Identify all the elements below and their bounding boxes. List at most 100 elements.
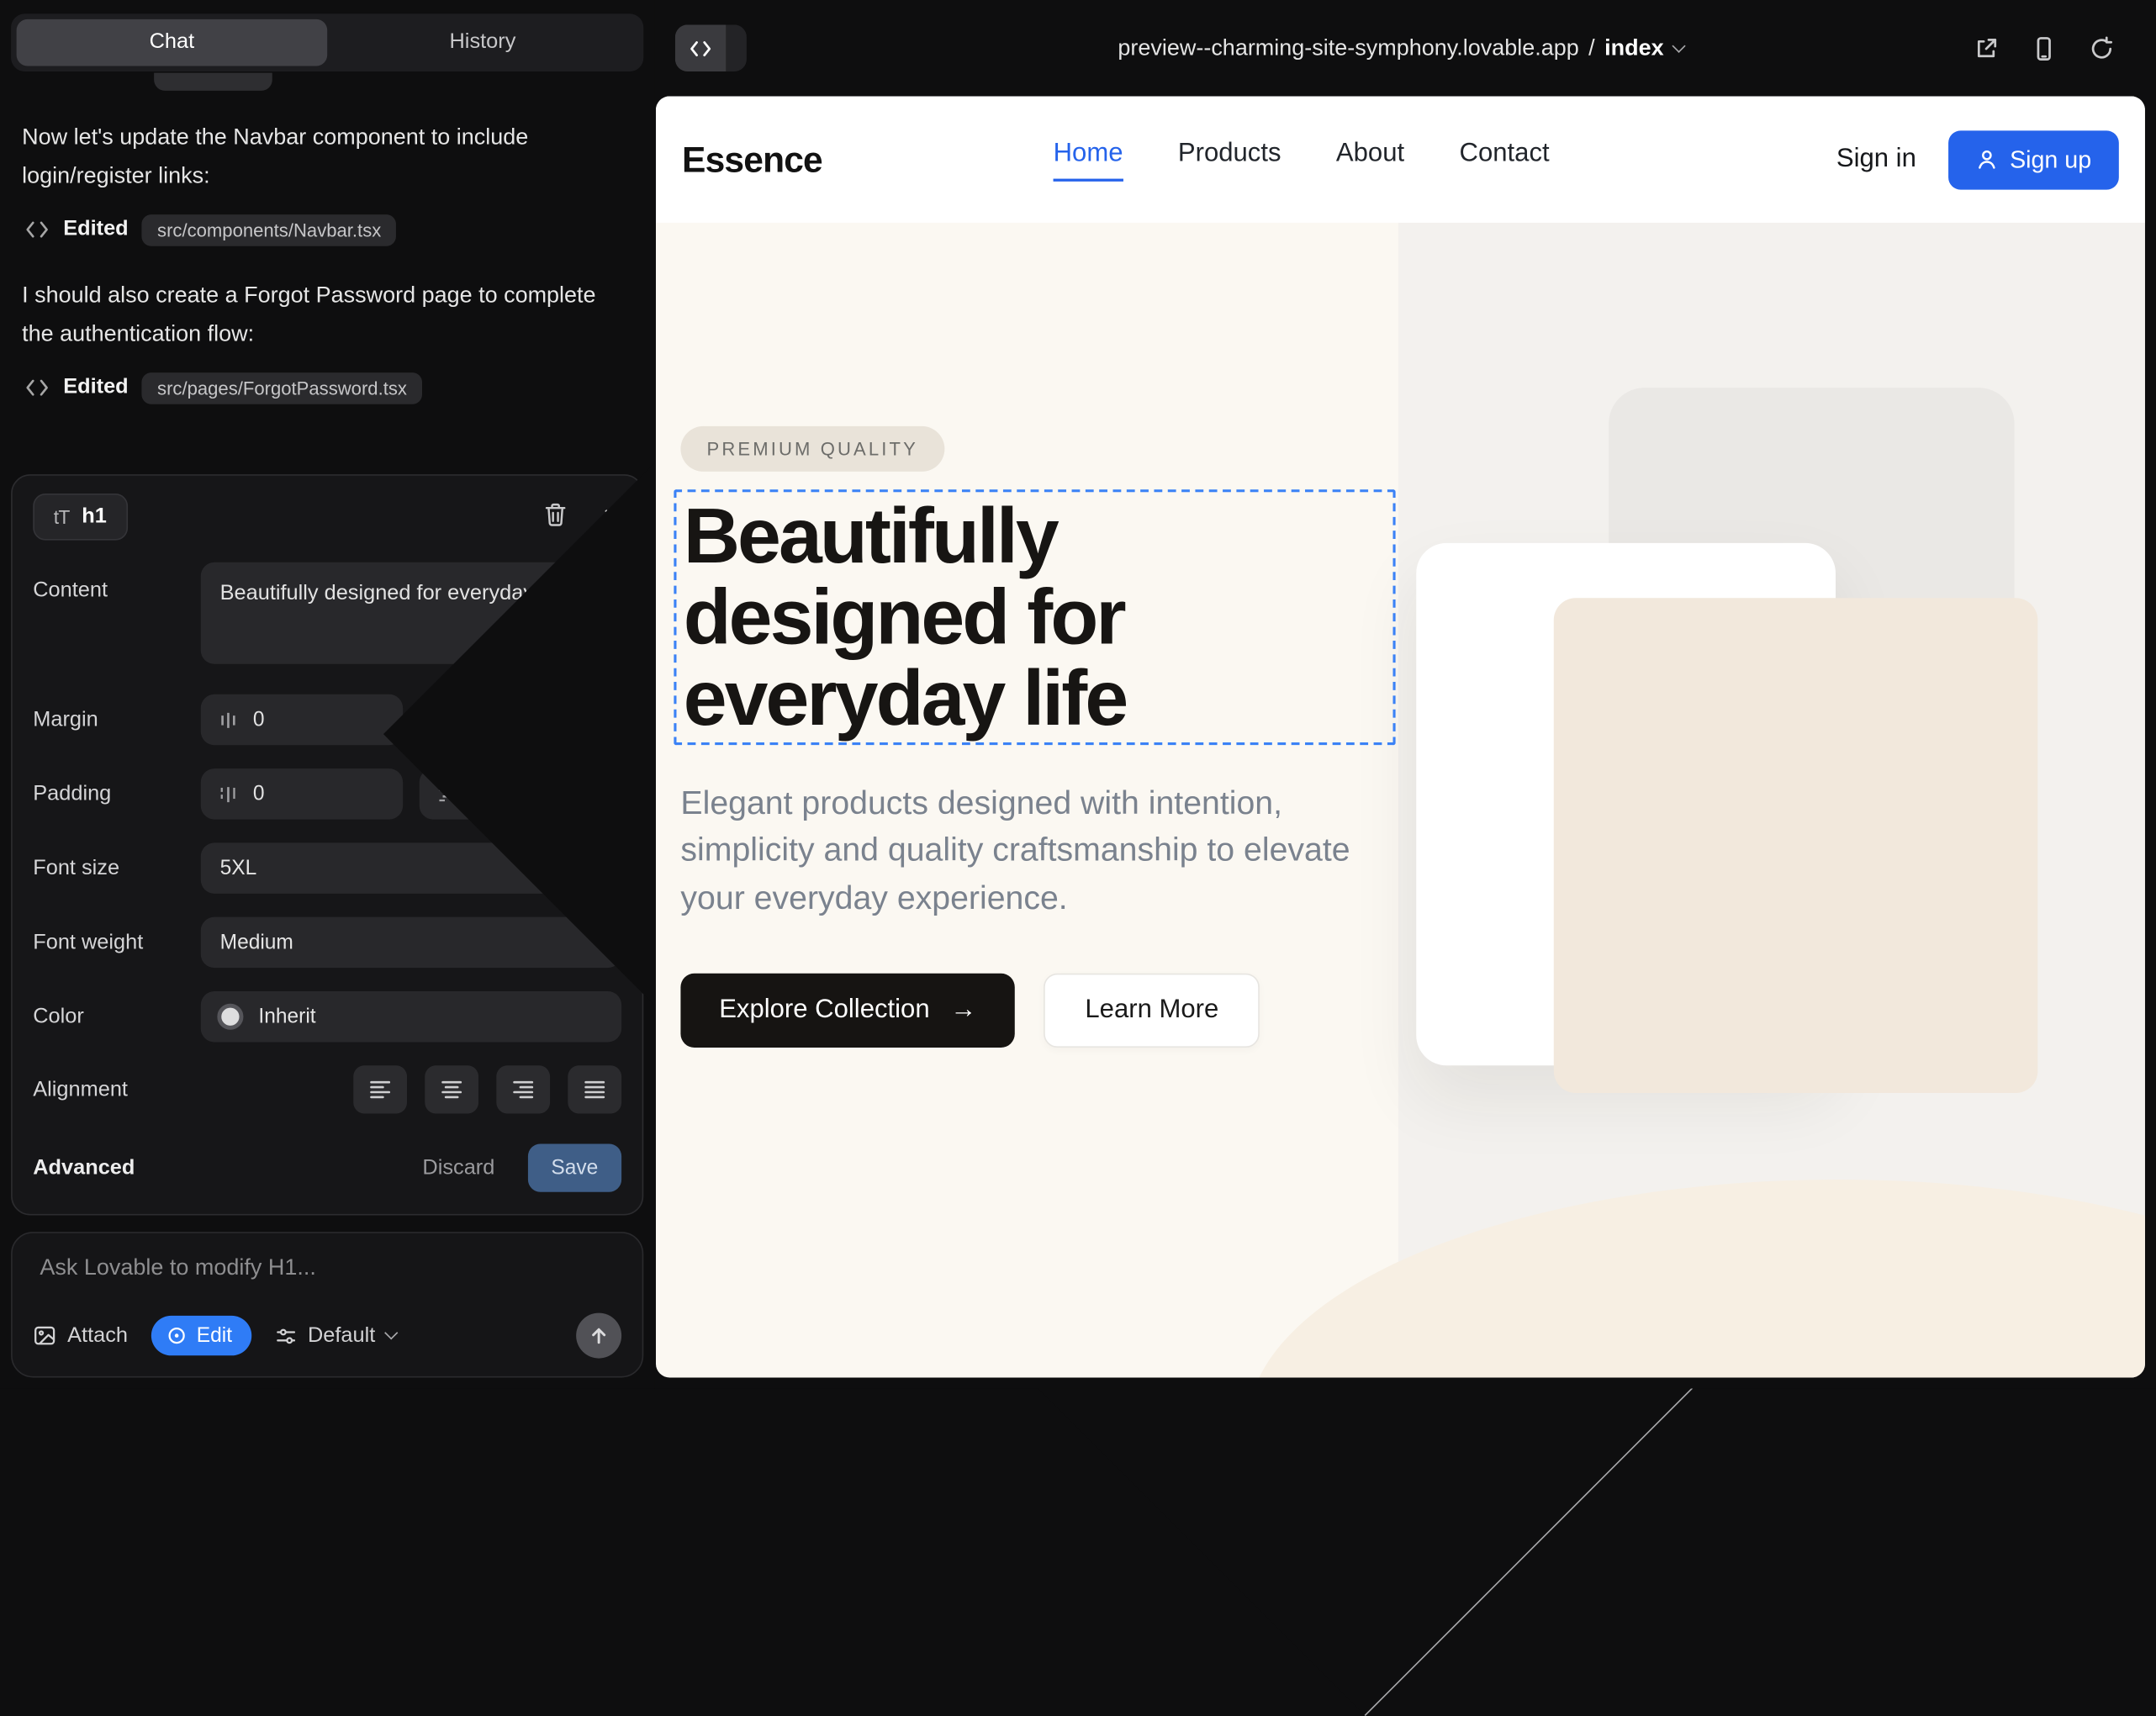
hero-curve-shape xyxy=(1247,1180,2145,1377)
nav-link-products[interactable]: Products xyxy=(1178,138,1281,181)
font-weight-select[interactable]: Medium xyxy=(201,917,621,969)
edit-mode-button[interactable]: Edit xyxy=(151,1316,251,1355)
hero-headline[interactable]: Beautifully designed for everyday life xyxy=(677,492,1393,739)
code-view-toggle[interactable] xyxy=(675,24,747,71)
refresh-icon xyxy=(2089,35,2115,61)
site-preview-frame: Essence Home Products About Contact Sign… xyxy=(656,96,2145,1377)
color-picker[interactable]: Inherit xyxy=(201,991,621,1043)
chat-message-list: Now let's update the Navbar component to… xyxy=(11,91,643,472)
preview-url: preview--charming-site-symphony.lovable.… xyxy=(1118,35,1578,61)
align-center-icon xyxy=(440,1080,463,1101)
typography-icon: tT xyxy=(54,506,70,528)
save-button[interactable]: Save xyxy=(528,1143,622,1191)
font-weight-row: Font weight Medium xyxy=(33,917,621,969)
padding-label: Padding xyxy=(33,782,200,806)
font-size-label: Font size xyxy=(33,856,200,880)
color-value: Inherit xyxy=(258,1005,315,1028)
align-justify-button[interactable] xyxy=(568,1065,621,1113)
chevron-down-icon xyxy=(1672,39,1685,52)
mobile-view-button[interactable] xyxy=(2031,35,2057,61)
site-nav-links: Home Products About Contact xyxy=(1054,138,1550,181)
url-page: index xyxy=(1604,35,1663,61)
selected-element-pill: tT h1 xyxy=(33,494,127,541)
toggle-handle xyxy=(726,24,747,71)
tab-history[interactable]: History xyxy=(327,19,638,66)
padding-x-input[interactable]: 0 xyxy=(201,768,403,820)
image-attach-icon xyxy=(33,1324,56,1348)
advanced-label: Advanced xyxy=(33,1155,135,1180)
editor-header: tT h1 ✕ xyxy=(33,494,621,541)
user-icon xyxy=(1975,149,1997,171)
site-nav-actions: Sign in Sign up xyxy=(1836,130,2119,189)
nav-link-home[interactable]: Home xyxy=(1054,138,1123,181)
padding-x-value: 0 xyxy=(253,782,265,805)
sign-up-button[interactable]: Sign up xyxy=(1947,130,2118,189)
margin-horizontal-icon xyxy=(217,709,239,731)
alignment-row: Alignment xyxy=(33,1065,621,1113)
chat-history-tabbar: Chat History xyxy=(11,13,643,71)
delete-element-button[interactable] xyxy=(542,502,567,532)
default-label: Default xyxy=(308,1323,375,1348)
margin-x-value: 0 xyxy=(253,708,265,731)
mobile-phone-icon xyxy=(2031,35,2057,61)
element-editor-panel: tT h1 ✕ Content Beautifu xyxy=(11,474,643,1215)
sign-in-button[interactable]: Sign in xyxy=(1836,145,1916,175)
file-chip-navbar[interactable]: src/components/Navbar.tsx xyxy=(142,214,396,246)
premium-quality-badge: PREMIUM QUALITY xyxy=(680,426,944,472)
nav-link-contact[interactable]: Contact xyxy=(1460,138,1550,181)
align-center-button[interactable] xyxy=(425,1065,478,1113)
chat-composer: Attach Edit Default xyxy=(11,1232,643,1377)
preview-region: preview--charming-site-symphony.lovable.… xyxy=(654,0,2156,1389)
h1-selection-outline[interactable]: Beautifully designed for everyday life xyxy=(674,489,1395,745)
assistant-message: I should also create a Forgot Password p… xyxy=(22,276,616,354)
align-justify-icon xyxy=(583,1080,606,1101)
align-left-icon xyxy=(368,1080,392,1101)
align-left-button[interactable] xyxy=(353,1065,407,1113)
chevron-down-icon xyxy=(384,1326,398,1339)
code-brackets-icon xyxy=(24,220,49,240)
assistant-message: Now let's update the Navbar component to… xyxy=(22,119,616,197)
preview-topbar: preview--charming-site-symphony.lovable.… xyxy=(656,0,2145,96)
code-brackets-icon xyxy=(24,378,49,398)
advanced-toggle[interactable]: Advanced xyxy=(33,1155,135,1180)
topbar-actions xyxy=(1974,35,2115,61)
file-chip-forgot-password[interactable]: src/pages/ForgotPassword.tsx xyxy=(142,372,422,404)
margin-label: Margin xyxy=(33,707,200,731)
explore-collection-button[interactable]: Explore Collection → xyxy=(680,974,1015,1048)
edited-file-row: Edited src/pages/ForgotPassword.tsx xyxy=(24,372,632,404)
site-navbar: Essence Home Products About Contact Sign… xyxy=(656,96,2145,222)
nav-link-about[interactable]: About xyxy=(1336,138,1404,181)
attach-button[interactable]: Attach xyxy=(33,1323,128,1348)
refresh-button[interactable] xyxy=(2089,35,2115,61)
padding-horizontal-icon xyxy=(217,783,239,805)
sliders-icon xyxy=(275,1325,297,1347)
editor-footer: Advanced Discard Save xyxy=(33,1143,621,1191)
composer-input[interactable] xyxy=(33,1255,621,1291)
content-label: Content xyxy=(33,578,200,603)
alignment-label: Alignment xyxy=(33,1077,200,1101)
model-default-button[interactable]: Default xyxy=(275,1323,396,1348)
site-logo[interactable]: Essence xyxy=(682,138,822,181)
discard-button[interactable]: Discard xyxy=(422,1155,494,1180)
hero-description: Elegant products designed with intention… xyxy=(680,781,1360,922)
color-label: Color xyxy=(33,1005,200,1029)
chat-panel: Chat History Now let's update the Navbar… xyxy=(0,0,654,1389)
font-weight-value: Medium xyxy=(220,931,293,954)
align-right-button[interactable] xyxy=(496,1065,550,1113)
preview-url-dropdown[interactable]: preview--charming-site-symphony.lovable.… xyxy=(1118,35,1683,61)
open-in-new-tab-button[interactable] xyxy=(1974,35,2000,61)
learn-more-button[interactable]: Learn More xyxy=(1044,974,1260,1048)
lovable-app-window: Chat History Now let's update the Navbar… xyxy=(0,0,2156,1389)
align-right-icon xyxy=(511,1080,535,1101)
send-button[interactable] xyxy=(576,1313,621,1359)
arrow-right-icon: → xyxy=(950,995,976,1026)
tab-chat[interactable]: Chat xyxy=(17,19,328,66)
scrolled-chip-fragment xyxy=(154,73,272,91)
composer-toolbar: Attach Edit Default xyxy=(33,1313,621,1359)
element-tag: h1 xyxy=(82,504,107,529)
hero-cta-row: Explore Collection → Learn More xyxy=(680,974,1260,1048)
arrow-up-icon xyxy=(589,1325,610,1346)
url-separator: / xyxy=(1588,35,1595,61)
edited-label: Edited xyxy=(63,218,128,242)
margin-x-input[interactable]: 0 xyxy=(201,694,403,746)
